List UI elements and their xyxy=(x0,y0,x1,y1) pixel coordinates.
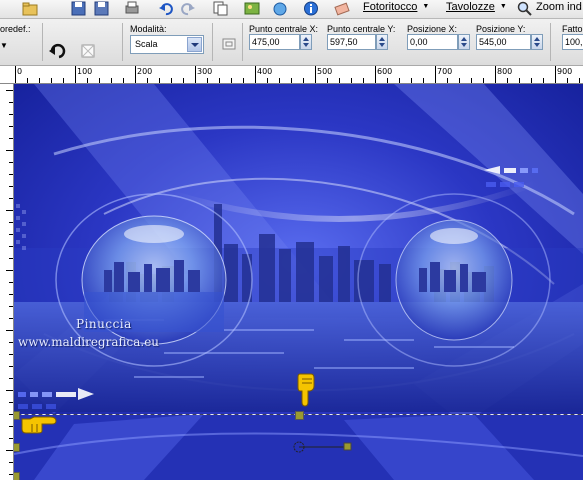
separator xyxy=(122,23,123,61)
ruler-label: 200 xyxy=(137,67,153,76)
rotation-handle[interactable] xyxy=(292,440,354,454)
canvas-artwork xyxy=(14,84,583,480)
vertical-ruler xyxy=(0,84,14,480)
menu-tavolozze-label: Tavolozze xyxy=(446,1,495,13)
tool-options-bar: oredef.: ▼ Modalità: Scala Punto central… xyxy=(0,19,583,66)
pointing-hand-right-icon xyxy=(21,416,57,434)
center-x-spinner[interactable] xyxy=(300,34,312,50)
reset-icon[interactable] xyxy=(49,43,69,59)
vertical-ruler-ticks xyxy=(6,90,13,475)
position-y-label: Posizione Y: xyxy=(476,24,526,34)
redo-icon[interactable] xyxy=(180,1,196,16)
top-toolbar: Fotoritocco ▼ Tavolozze ▼ Zoom ind xyxy=(0,0,583,19)
eraser-icon[interactable] xyxy=(334,1,350,16)
factor-input[interactable]: 100, xyxy=(562,34,583,50)
factor-label: Fatto xyxy=(562,24,583,34)
separator xyxy=(42,23,43,61)
mode-select-value: Scala xyxy=(135,39,158,49)
save-as-icon[interactable] xyxy=(94,1,110,16)
mode-label: Modalità: xyxy=(130,24,167,34)
pointing-hand-down-icon xyxy=(297,373,315,407)
zoom-icon[interactable] xyxy=(517,1,533,16)
center-x-label: Punto centrale X: xyxy=(249,24,319,34)
chevron-down-icon: ▼ xyxy=(499,3,507,10)
save-icon[interactable] xyxy=(71,1,87,16)
menu-fotoritocco-label: Fotoritocco xyxy=(363,1,418,13)
ruler-label: 100 xyxy=(77,67,93,76)
photo-icon[interactable] xyxy=(244,1,260,16)
transform-handle-top[interactable] xyxy=(295,411,304,420)
menu-zoom[interactable]: Zoom ind xyxy=(536,1,582,13)
menu-fotoritocco[interactable]: Fotoritocco ▼ xyxy=(363,1,429,13)
position-y-input[interactable]: 545,00 xyxy=(476,34,531,50)
position-y-spinner[interactable] xyxy=(531,34,543,50)
preset-label: oredef.: xyxy=(0,24,31,34)
chevron-down-icon[interactable] xyxy=(187,37,202,52)
position-x-spinner[interactable] xyxy=(458,34,470,50)
ruler-label: 700 xyxy=(437,67,453,76)
transform-reset-icon[interactable] xyxy=(80,43,96,59)
position-x-label: Posizione X: xyxy=(407,24,458,34)
transform-handle-left[interactable] xyxy=(14,443,20,452)
separator xyxy=(212,23,213,61)
info-icon[interactable] xyxy=(303,1,319,16)
menu-zoom-label: Zoom ind xyxy=(536,1,582,13)
position-x-input[interactable]: 0,00 xyxy=(407,34,458,50)
ruler-label: 600 xyxy=(377,67,393,76)
mode-select[interactable]: Scala xyxy=(130,35,204,54)
image-canvas[interactable]: Pinuccia www.maldiregrafica.eu xyxy=(14,84,583,480)
open-folder-icon[interactable] xyxy=(22,1,38,16)
horizontal-ruler: 0 100 200 300 400 500 600 700 800 900 xyxy=(0,66,583,84)
copy-icon[interactable] xyxy=(213,1,229,16)
print-icon[interactable] xyxy=(124,1,140,16)
center-y-label: Punto centrale Y: xyxy=(327,24,396,34)
browser-icon[interactable] xyxy=(272,1,288,16)
menu-tavolozze[interactable]: Tavolozze ▼ xyxy=(446,1,507,13)
ruler-label: 800 xyxy=(497,67,513,76)
watermark-url: www.maldiregrafica.eu xyxy=(18,335,160,349)
ruler-label: 400 xyxy=(257,67,273,76)
separator xyxy=(242,23,243,61)
ruler-label: 500 xyxy=(317,67,333,76)
transform-handle-bottom-left[interactable] xyxy=(14,472,20,480)
preset-dropdown-arrow-icon[interactable]: ▼ xyxy=(0,41,8,50)
watermark-name: Pinuccia xyxy=(76,317,132,331)
chevron-down-icon: ▼ xyxy=(422,3,430,10)
ruler-label: 900 xyxy=(557,67,573,76)
ruler-label: 0 xyxy=(17,67,23,76)
center-x-input[interactable]: 475,00 xyxy=(249,34,300,50)
perspective-icon[interactable] xyxy=(221,36,237,52)
center-y-spinner[interactable] xyxy=(376,34,388,50)
center-y-input[interactable]: 597,50 xyxy=(327,34,376,50)
ruler-label: 300 xyxy=(197,67,213,76)
separator xyxy=(550,23,551,61)
undo-icon[interactable] xyxy=(158,1,174,16)
